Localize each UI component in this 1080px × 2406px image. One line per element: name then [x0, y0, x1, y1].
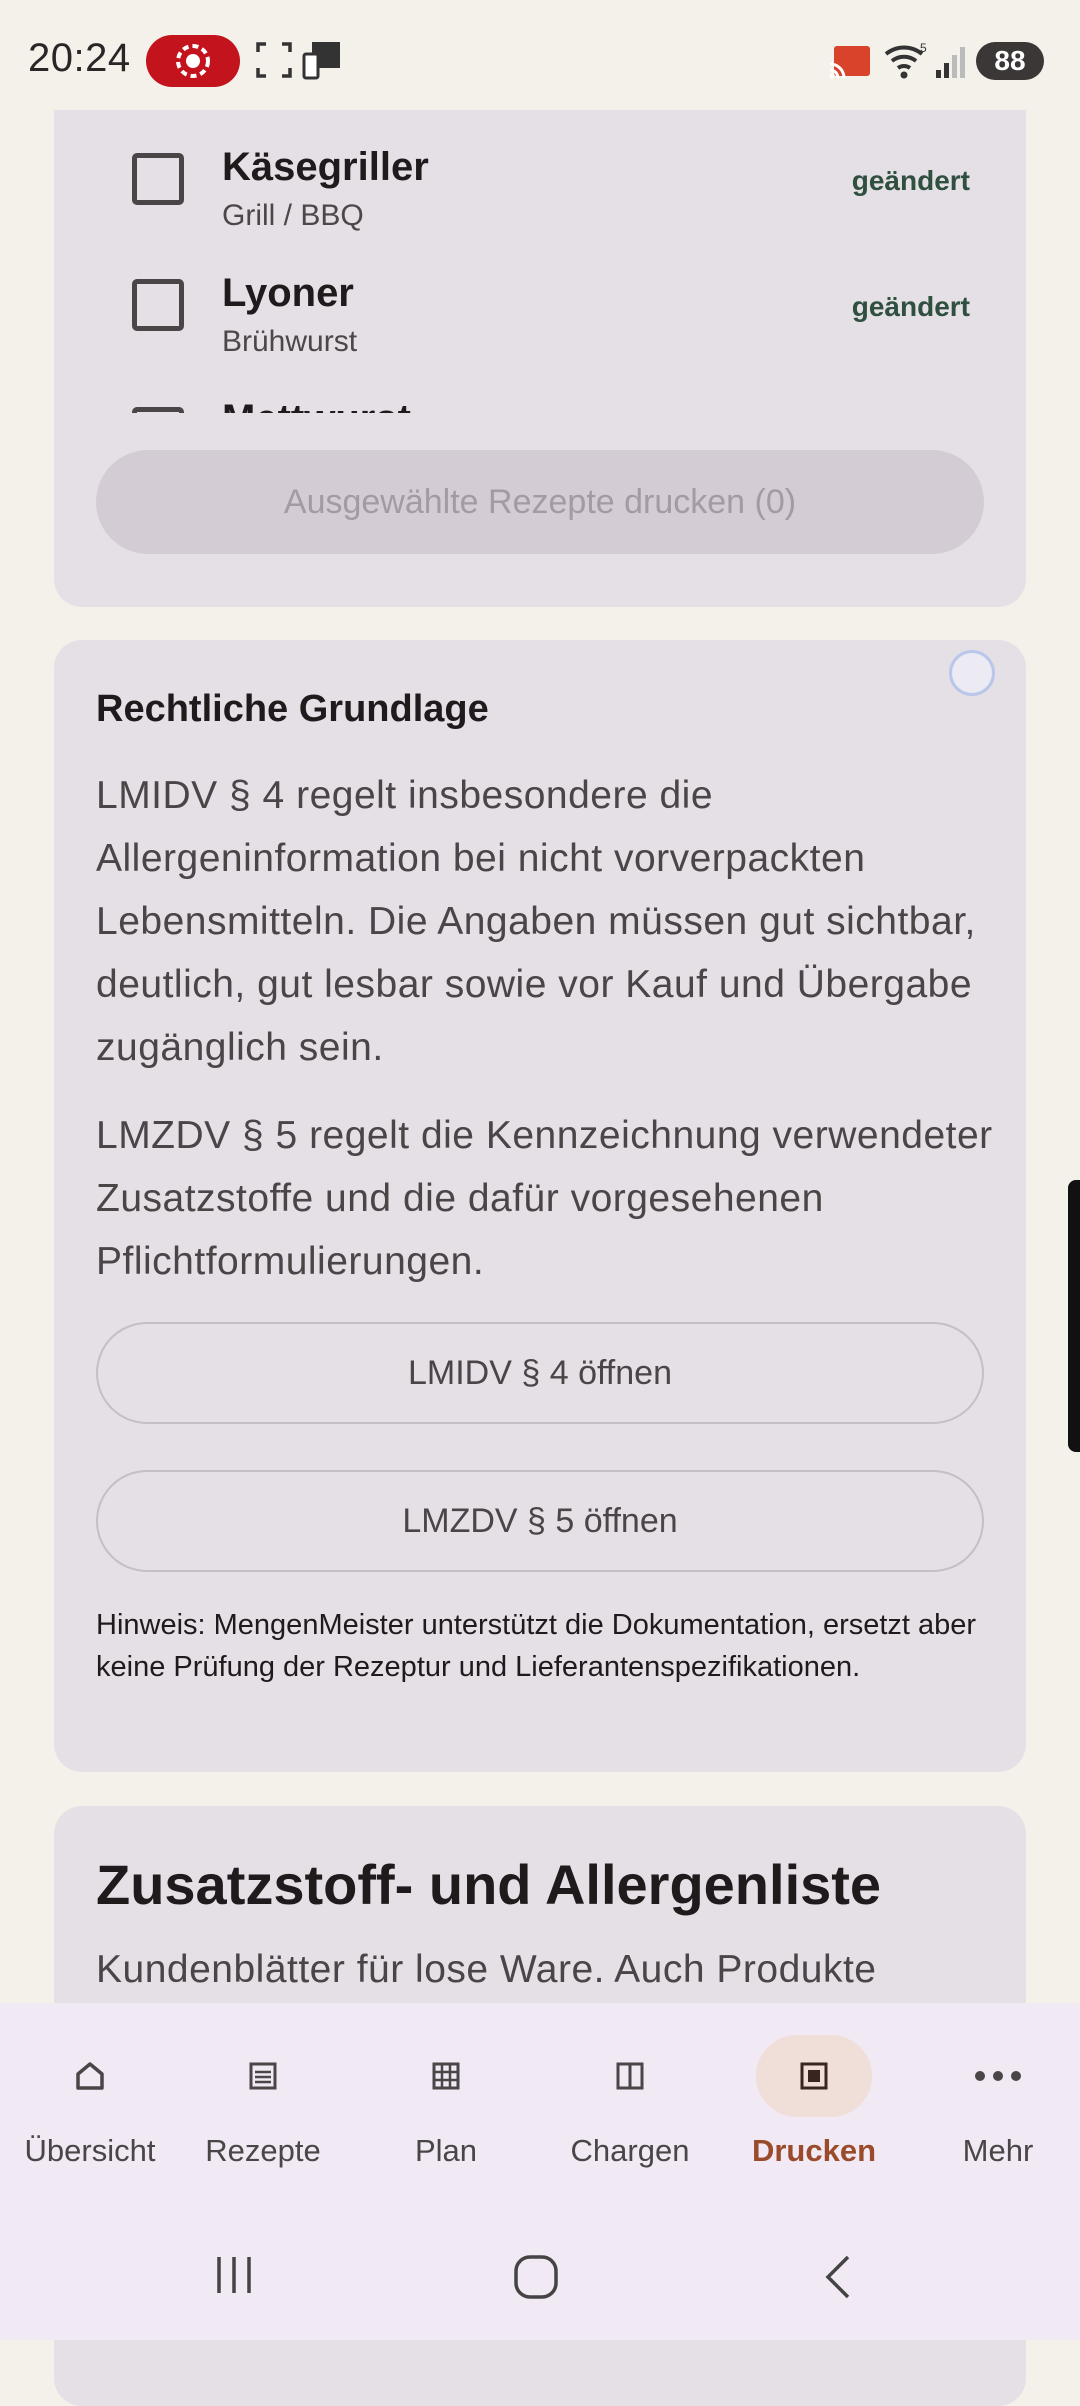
bottom-navigation: Übersicht Rezepte Plan Chargen Drucken M…: [0, 2003, 1080, 2340]
recipe-checkbox[interactable]: [132, 279, 184, 331]
recipe-name: Lyoner: [222, 271, 354, 315]
nav-label: Übersicht: [24, 2133, 156, 2168]
grid-icon: [432, 2062, 460, 2090]
columns-icon: [616, 2062, 644, 2090]
nav-label: Drucken: [751, 2133, 877, 2168]
nav-label: Plan: [414, 2133, 478, 2168]
nav-item-uebersicht[interactable]: Übersicht: [0, 2003, 180, 2203]
recipe-category: Brühwurst: [222, 325, 358, 358]
nav-item-chargen[interactable]: Chargen: [540, 2003, 720, 2203]
device-icon: [302, 42, 340, 80]
additive-list-subtitle: Kundenblätter für lose Ware. Auch Produk…: [96, 1948, 877, 1991]
nav-item-plan[interactable]: Plan: [356, 2003, 536, 2203]
nav-label: Rezepte: [205, 2133, 321, 2168]
recipe-status: geändert: [851, 291, 970, 322]
recipe-checkbox[interactable]: [132, 153, 184, 205]
recipe-category: Grill / BBQ: [222, 199, 364, 232]
edge-panel-handle[interactable]: [1068, 1180, 1080, 1452]
recents-icon[interactable]: [214, 2253, 254, 2297]
recipe-print-card: Käsegriller Grill / BBQ geändert Lyoner …: [54, 105, 1026, 607]
signal-icon: [936, 47, 965, 78]
touch-indicator: [949, 650, 995, 696]
record-icon: [176, 44, 210, 78]
status-time: 20:24: [28, 36, 131, 80]
legal-hint: Hinweis: MengenMeister unterstützt die D…: [96, 1609, 977, 1683]
legal-basis-card: Rechtliche Grundlage LMIDV § 4 regelt in…: [54, 640, 1026, 1772]
legal-paragraph-lmzdv: LMZDV § 5 regelt die Kennzeichnung verwe…: [96, 1114, 993, 1283]
status-bar: 20:24 5 88: [0, 0, 1080, 110]
recipe-item-mettwurst[interactable]: Mettwurst: [132, 395, 1012, 413]
screenshot-icon: [256, 42, 292, 78]
home-icon: [76, 2062, 104, 2090]
nav-label: Chargen: [570, 2133, 690, 2168]
home-circle-icon[interactable]: [512, 2253, 560, 2301]
recipe-status: geändert: [851, 165, 970, 196]
additive-list-title: Zusatzstoff- und Allergenliste: [96, 1853, 882, 1916]
nav-label: Mehr: [962, 2133, 1034, 2168]
recipe-item-kaesegriller[interactable]: Käsegriller Grill / BBQ geändert: [132, 145, 1012, 255]
back-icon[interactable]: [820, 2253, 856, 2301]
more-icon: [975, 2071, 1021, 2081]
open-lmzdv-button[interactable]: LMZDV § 5 öffnen: [96, 1470, 984, 1572]
open-lmidv-button[interactable]: LMIDV § 4 öffnen: [96, 1322, 984, 1424]
recipe-name: Mettwurst: [222, 397, 411, 413]
recipe-name: Käsegriller: [222, 145, 429, 189]
nav-item-rezepte[interactable]: Rezepte: [173, 2003, 353, 2203]
print-icon: [800, 2062, 828, 2090]
legal-paragraph-lmidv: LMIDV § 4 regelt insbesondere die Allerg…: [96, 774, 976, 1069]
screen-record-indicator[interactable]: [146, 35, 240, 87]
cast-icon: [829, 46, 870, 79]
nav-item-drucken[interactable]: Drucken: [724, 2003, 904, 2203]
recipe-checkbox[interactable]: [132, 407, 184, 413]
wifi-icon: 5: [884, 41, 927, 79]
nav-item-mehr[interactable]: Mehr: [908, 2003, 1080, 2203]
print-selected-button[interactable]: Ausgewählte Rezepte drucken (0): [96, 450, 984, 554]
legal-title: Rechtliche Grundlage: [96, 688, 489, 730]
system-navigation-bar: [0, 2223, 1080, 2340]
svg-text:5: 5: [920, 41, 927, 55]
list-icon: [249, 2062, 277, 2090]
recipe-item-lyoner[interactable]: Lyoner Brühwurst geändert: [132, 271, 1012, 381]
battery-level: 88: [976, 42, 1044, 80]
